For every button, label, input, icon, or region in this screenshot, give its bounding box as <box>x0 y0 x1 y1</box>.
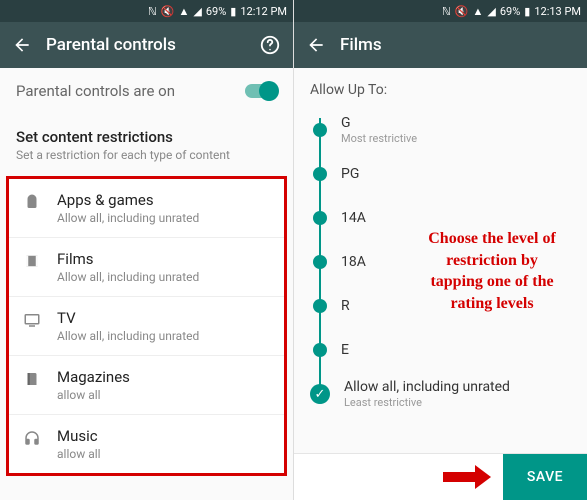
battery-label: 69% <box>206 5 226 18</box>
item-title: TV <box>57 309 270 327</box>
signal-icon: ◢ <box>487 5 495 18</box>
rating-label: R <box>341 298 350 314</box>
rating-allow-all[interactable]: ✓ Allow all, including unratedLeast restr… <box>310 372 571 416</box>
book-icon <box>23 368 43 402</box>
screen-parental-controls: ℕ 🔇 ▲ ◢ 69% ▮ 12:12 PM Parental controls… <box>0 0 294 500</box>
item-sub: allow all <box>57 388 270 402</box>
item-sub: Allow all, including unrated <box>57 270 270 284</box>
item-apps-games[interactable]: Apps & games Allow all, including unrated <box>9 179 284 238</box>
save-button[interactable]: SAVE <box>503 454 587 500</box>
rating-e[interactable]: E <box>310 328 571 372</box>
item-films[interactable]: Films Allow all, including unrated <box>9 238 284 297</box>
arrow-icon <box>443 467 491 487</box>
rating-label: PG <box>341 166 359 182</box>
item-title: Music <box>57 427 270 445</box>
battery-label: 69% <box>500 5 520 18</box>
toggle-row: Parental controls are on <box>0 68 293 114</box>
rating-label: G <box>341 115 417 131</box>
rating-sub: Most restrictive <box>341 132 417 145</box>
toggle-switch[interactable] <box>245 84 277 98</box>
allow-up-to-label: Allow Up To: <box>294 68 587 104</box>
app-bar: Parental controls <box>0 22 293 68</box>
page-title: Films <box>340 35 575 55</box>
item-sub: allow all <box>57 447 270 461</box>
android-icon <box>23 191 43 225</box>
rating-dot <box>313 255 327 269</box>
rating-label: Allow all, including unrated <box>344 379 510 395</box>
rating-g[interactable]: GMost restrictive <box>310 108 571 152</box>
app-bar: Films <box>294 22 587 68</box>
rating-label: E <box>341 342 349 358</box>
film-icon <box>23 250 43 284</box>
back-icon[interactable] <box>12 35 32 55</box>
rating-dot <box>313 299 327 313</box>
item-title: Apps & games <box>57 191 270 209</box>
time-label: 12:13 PM <box>534 5 581 18</box>
item-sub: Allow all, including unrated <box>57 329 270 343</box>
time-label: 12:12 PM <box>240 5 287 18</box>
battery-icon: ▮ <box>230 5 236 18</box>
toggle-label: Parental controls are on <box>16 82 175 100</box>
help-icon[interactable] <box>259 34 281 56</box>
annotation-text: Choose the level of restriction by tappi… <box>421 228 563 314</box>
highlight-box: Apps & games Allow all, including unrated… <box>6 176 287 476</box>
annotation-arrow-slot <box>294 454 503 500</box>
check-icon: ✓ <box>310 384 330 404</box>
content: Parental controls are on Set content res… <box>0 68 293 500</box>
wifi-icon: ▲ <box>178 5 189 18</box>
wifi-icon: ▲ <box>472 5 483 18</box>
page-title: Parental controls <box>46 35 245 55</box>
rating-pg[interactable]: PG <box>310 152 571 196</box>
item-magazines[interactable]: Magazines allow all <box>9 356 284 415</box>
item-title: Films <box>57 250 270 268</box>
rating-dot <box>313 123 327 137</box>
headphones-icon <box>23 427 43 461</box>
mute-icon: 🔇 <box>455 5 469 18</box>
nfc-icon: ℕ <box>442 5 451 18</box>
rating-label: 18A <box>341 254 366 270</box>
rating-dot <box>313 343 327 357</box>
rating-dot <box>313 167 327 181</box>
footer-bar: SAVE <box>294 453 587 500</box>
rating-sub: Least restrictive <box>344 396 510 409</box>
item-music[interactable]: Music allow all <box>9 415 284 473</box>
item-tv[interactable]: TV Allow all, including unrated <box>9 297 284 356</box>
battery-icon: ▮ <box>524 5 530 18</box>
rating-label: 14A <box>341 210 366 226</box>
section-head: Set content restrictions <box>16 128 277 146</box>
signal-icon: ◢ <box>193 5 201 18</box>
item-title: Magazines <box>57 368 270 386</box>
rating-dot <box>313 211 327 225</box>
status-bar: ℕ 🔇 ▲ ◢ 69% ▮ 12:13 PM <box>294 0 587 22</box>
back-icon[interactable] <box>306 35 326 55</box>
mute-icon: 🔇 <box>161 5 175 18</box>
item-sub: Allow all, including unrated <box>57 211 270 225</box>
screen-films-ratings: ℕ 🔇 ▲ ◢ 69% ▮ 12:13 PM Films Allow Up To… <box>294 0 587 500</box>
nfc-icon: ℕ <box>148 5 157 18</box>
restrictions-header: Set content restrictions Set a restricti… <box>0 114 293 172</box>
section-sub: Set a restriction for each type of conte… <box>16 148 277 162</box>
status-bar: ℕ 🔇 ▲ ◢ 69% ▮ 12:12 PM <box>0 0 293 22</box>
tv-icon <box>23 309 43 343</box>
